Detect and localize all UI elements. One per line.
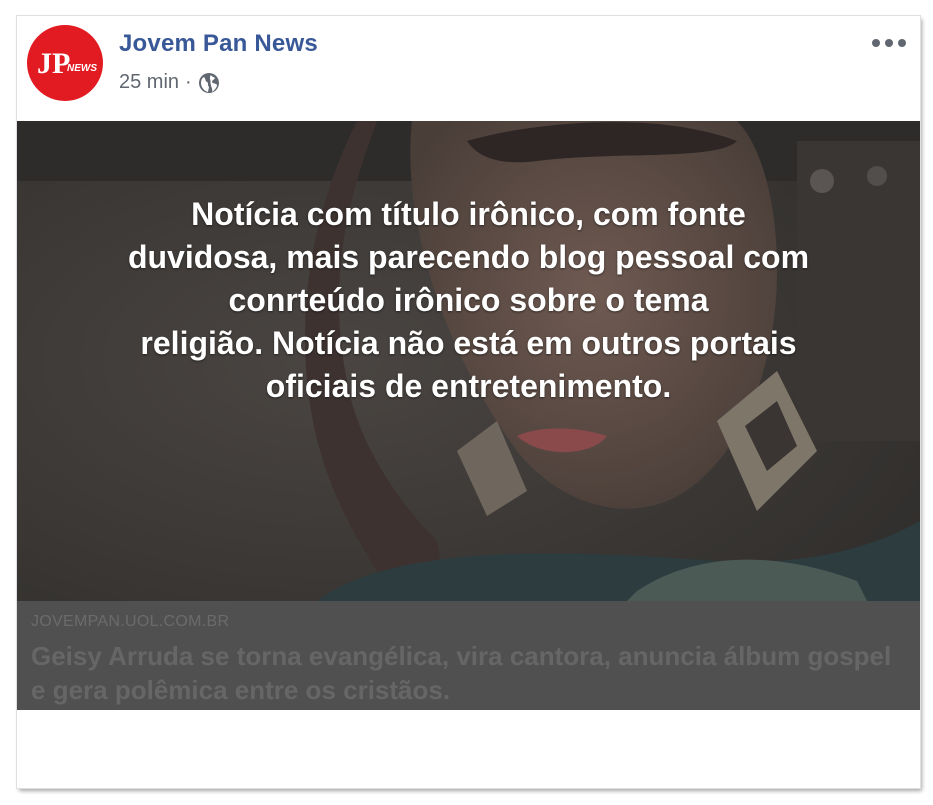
post-header: JP NEWS Jovem Pan News 25 min ·	[17, 16, 920, 121]
post-meta: 25 min ·	[119, 71, 220, 94]
link-title[interactable]: Geisy Arruda se torna evangélica, vira c…	[31, 639, 901, 707]
jovem-pan-logo-icon: JP NEWS	[37, 47, 97, 80]
overlay-line: conrteúdo irônico sobre o tema	[228, 282, 709, 318]
overlay-line: religião. Notícia não está em outros por…	[140, 325, 797, 361]
page-name-link[interactable]: Jovem Pan News	[119, 30, 318, 58]
post-image[interactable]: Notícia com título irônico, com fonte du…	[17, 121, 920, 601]
post-card: JP NEWS Jovem Pan News 25 min · Notícia …	[17, 16, 920, 788]
svg-text:JP: JP	[37, 47, 70, 80]
overlay-line: duvidosa, mais parecendo blog pessoal co…	[127, 239, 810, 275]
post-timestamp[interactable]: 25 min	[119, 71, 179, 94]
link-domain: JOVEMPAN.UOL.COM.BR	[31, 613, 230, 630]
overlay-caption: Notícia com título irônico, com fonte du…	[57, 193, 880, 408]
avatar[interactable]: JP NEWS	[27, 25, 103, 101]
overlay-line: Notícia com título irônico, com fonte	[191, 196, 746, 232]
link-preview[interactable]: JOVEMPAN.UOL.COM.BR Geisy Arruda se torn…	[17, 601, 920, 710]
more-options-icon[interactable]	[872, 36, 906, 50]
globe-icon[interactable]	[198, 72, 220, 94]
overlay-line: oficiais de entretenimento.	[265, 368, 672, 404]
svg-text:NEWS: NEWS	[67, 63, 97, 74]
meta-separator: ·	[185, 71, 192, 93]
